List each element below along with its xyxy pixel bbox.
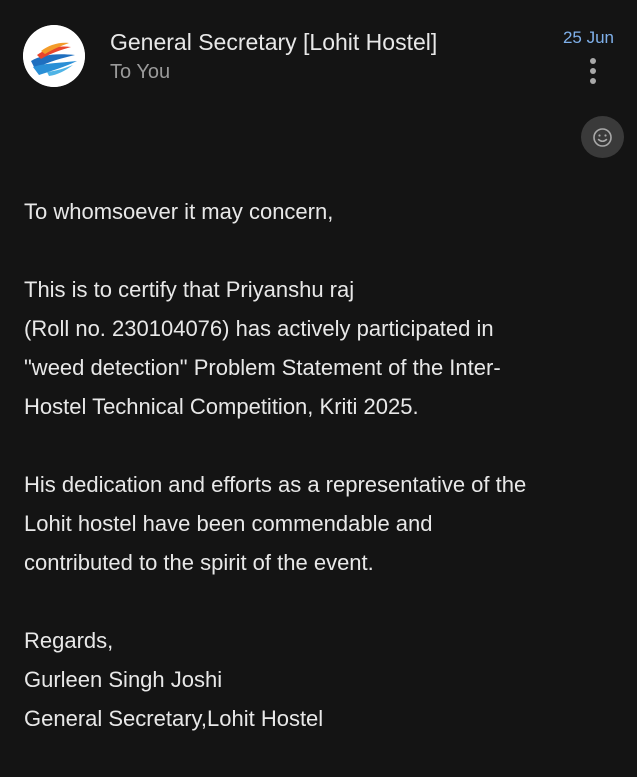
body-line: "weed detection" Problem Statement of th…: [24, 355, 501, 380]
greeting-line: To whomsoever it may concern,: [24, 199, 334, 224]
signer-title: General Secretary,Lohit Hostel: [24, 706, 324, 731]
sender-avatar[interactable]: [23, 25, 85, 87]
body-line: (Roll no. 230104076) has actively partic…: [24, 316, 494, 341]
sender-name: General Secretary [Lohit Hostel]: [110, 29, 438, 55]
body-line: Hostel Technical Competition, Kriti 2025…: [24, 394, 419, 419]
signer-name: Gurleen Singh Joshi: [24, 667, 223, 692]
body-line: contributed to the spirit of the event.: [24, 550, 374, 575]
hostel-logo-icon: [23, 25, 85, 87]
greeting-paragraph: To whomsoever it may concern,: [24, 192, 624, 231]
body-line: Lohit hostel have been commendable and: [24, 511, 433, 536]
certification-paragraph: This is to certify that Priyanshu raj (R…: [24, 270, 624, 426]
smiley-icon: [593, 128, 612, 147]
add-reaction-button[interactable]: [581, 116, 624, 158]
email-header: General Secretary [Lohit Hostel] To You …: [0, 0, 637, 110]
signoff-line: Regards,: [24, 628, 114, 653]
more-vert-icon[interactable]: [586, 56, 600, 86]
body-line: This is to certify that Priyanshu raj: [24, 277, 355, 302]
signature-block: Regards, Gurleen Singh Joshi General Sec…: [24, 621, 624, 738]
email-date: 25 Jun: [562, 28, 614, 47]
dedication-paragraph: His dedication and efforts as a represen…: [24, 465, 624, 582]
recipient-label[interactable]: To You: [110, 61, 170, 84]
body-line: His dedication and efforts as a represen…: [24, 472, 527, 497]
email-body: To whomsoever it may concern, This is to…: [24, 192, 624, 777]
